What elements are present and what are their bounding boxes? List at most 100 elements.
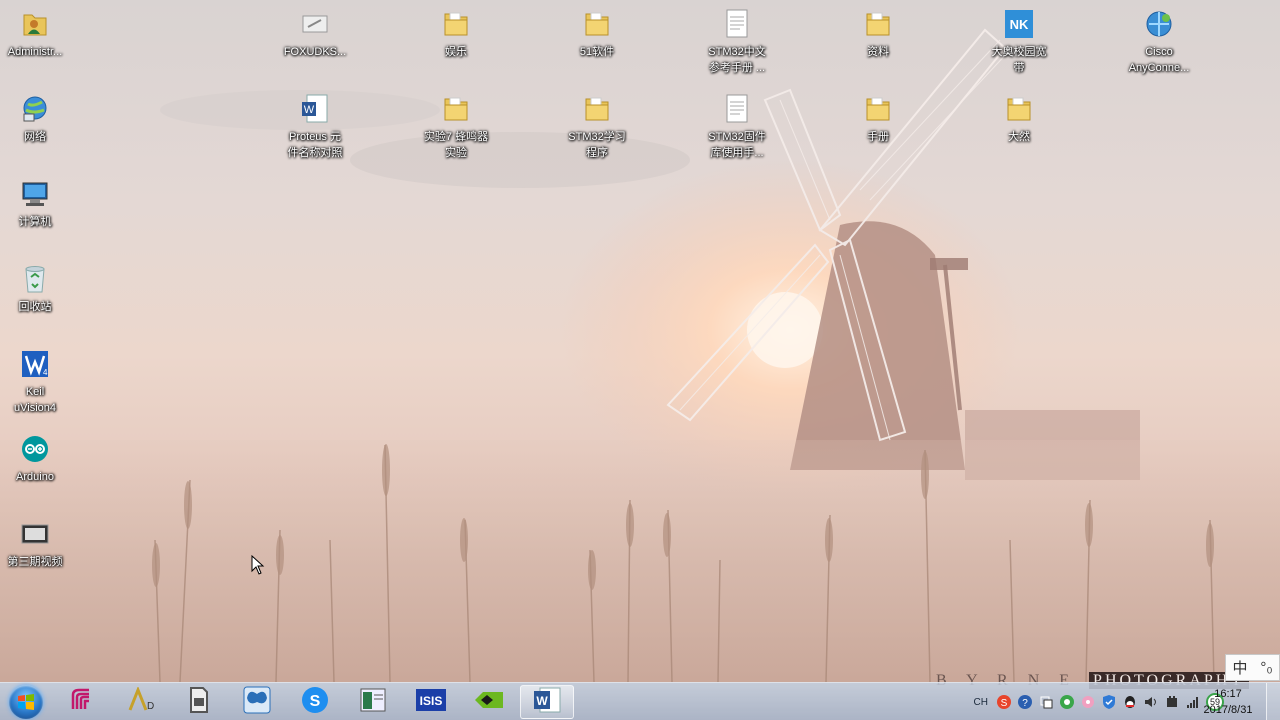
qq-icon[interactable] bbox=[1122, 694, 1138, 710]
folder-icon bbox=[581, 8, 613, 40]
clock[interactable]: 16:17 2017/8/31 bbox=[1196, 686, 1260, 718]
taskbar-app-button[interactable] bbox=[230, 685, 284, 719]
desktop-icon[interactable]: 计算机 bbox=[0, 178, 80, 230]
word-icon: W bbox=[532, 686, 562, 719]
document-viewer-icon bbox=[359, 687, 387, 718]
desktop-icon[interactable]: STM32固件 库使用手... bbox=[692, 93, 782, 161]
word-doc-icon: W bbox=[299, 93, 331, 125]
windows-start-icon bbox=[9, 685, 43, 719]
flower-icon[interactable] bbox=[1080, 694, 1096, 710]
desktop-icon[interactable]: Arduino bbox=[0, 433, 80, 485]
folder-icon bbox=[440, 93, 472, 125]
desktop-icon[interactable]: FOXUDKS... bbox=[270, 8, 360, 60]
sogou-ime-icon[interactable]: S bbox=[996, 694, 1012, 710]
desktop-icon-label: Cisco AnyConne... bbox=[1128, 46, 1190, 74]
desktop-icon[interactable]: 资料 bbox=[833, 8, 923, 60]
cisco-icon bbox=[1143, 8, 1175, 40]
svg-text:S: S bbox=[310, 693, 321, 710]
svg-text:W: W bbox=[536, 694, 548, 708]
tray-language[interactable]: CH bbox=[974, 697, 988, 708]
taskbar-app-button[interactable] bbox=[172, 685, 226, 719]
clock-date: 2017/8/31 bbox=[1203, 704, 1253, 716]
desktop-icon[interactable]: STM32中文 参考手册 ... bbox=[692, 8, 782, 76]
desktop-icon[interactable]: 网络 bbox=[0, 93, 80, 145]
app-stripes-icon bbox=[70, 687, 96, 718]
desktop-icon-label: 大然 bbox=[1008, 131, 1030, 143]
desktop-icon[interactable]: 大然 bbox=[974, 93, 1064, 145]
svg-text:NK: NK bbox=[1010, 17, 1029, 32]
nvidia-icon bbox=[473, 688, 505, 717]
desktop-icon[interactable]: 第三期视频 bbox=[0, 518, 80, 570]
arduino-icon bbox=[19, 433, 51, 465]
svg-text:4: 4 bbox=[43, 368, 48, 377]
computer-icon bbox=[19, 178, 51, 210]
taskbar: D S ISIS W CH S? 59 16:17 2017/8/31 bbox=[0, 682, 1280, 720]
desktop-icon[interactable]: 51软件 bbox=[552, 8, 642, 60]
desktop-icon-label: 娱乐 bbox=[445, 46, 467, 58]
user-folder-icon bbox=[19, 8, 51, 40]
desktop-icon[interactable]: 4 Keil uVision4 bbox=[0, 348, 80, 416]
desktop-icon[interactable]: Cisco AnyConne... bbox=[1114, 8, 1204, 76]
desktop-icon-label: 回收站 bbox=[18, 301, 52, 313]
desktop-icon-label: 第三期视频 bbox=[7, 556, 63, 568]
network-icon bbox=[19, 93, 51, 125]
shield-icon[interactable] bbox=[1101, 694, 1117, 710]
desktop-icon-label: STM32中文 参考手册 ... bbox=[708, 46, 766, 74]
desktop-icon[interactable]: 娱乐 bbox=[411, 8, 501, 60]
taskbar-app-button[interactable] bbox=[346, 685, 400, 719]
folder-icon bbox=[1003, 93, 1035, 125]
svg-text:D: D bbox=[147, 701, 154, 712]
desktop-icon-label: STM32学习 程序 bbox=[568, 131, 626, 159]
360-icon[interactable] bbox=[1059, 694, 1075, 710]
desktop-icon[interactable]: Administr... bbox=[0, 8, 80, 60]
ime-language-toggle[interactable]: 中 bbox=[1232, 657, 1247, 678]
desktop-icon[interactable]: 手册 bbox=[833, 93, 923, 145]
desktop-icon-label: 实验7 蜂鸣器 实验 bbox=[423, 131, 489, 159]
taskbar-app-button[interactable] bbox=[462, 685, 516, 719]
desktop-icon-label: FOXUDKS... bbox=[283, 46, 347, 58]
show-desktop-button[interactable] bbox=[1266, 683, 1280, 720]
desktop-icon[interactable]: 实验7 蜂鸣器 实验 bbox=[411, 93, 501, 161]
taskbar-app-button[interactable]: ISIS bbox=[404, 685, 458, 719]
taskbar-app-button[interactable]: D bbox=[114, 685, 168, 719]
system-tray: CH S? 59 bbox=[974, 683, 1224, 720]
document-icon bbox=[721, 8, 753, 40]
folder-icon bbox=[862, 93, 894, 125]
butterfly-app-icon bbox=[243, 686, 271, 719]
start-button[interactable] bbox=[4, 684, 48, 720]
isis-proteus-icon: ISIS bbox=[415, 688, 447, 717]
desktop-icon[interactable]: 回收站 bbox=[0, 263, 80, 315]
mouse-cursor-icon bbox=[251, 555, 265, 575]
desktop-icon-label: 资料 bbox=[867, 46, 889, 58]
desktop-icon-label: Arduino bbox=[16, 471, 54, 483]
power-icon[interactable] bbox=[1164, 694, 1180, 710]
help-icon[interactable]: ? bbox=[1017, 694, 1033, 710]
desktop-icon-label: Proteus 元 件名称对照 bbox=[287, 131, 343, 159]
sd-card-tool-icon bbox=[187, 686, 211, 719]
svg-text:?: ? bbox=[1022, 698, 1028, 709]
taskbar-app-button[interactable] bbox=[56, 685, 110, 719]
file-icon bbox=[299, 8, 331, 40]
ime-toolbar[interactable]: 中 °₀ bbox=[1225, 654, 1280, 681]
altium-icon: D bbox=[127, 685, 155, 718]
svg-text:S: S bbox=[1001, 698, 1008, 709]
taskbar-app-button[interactable]: W bbox=[520, 685, 574, 719]
desktop-icon-label: 大奥校园宽 带 bbox=[991, 46, 1047, 74]
notification-icon[interactable] bbox=[1038, 694, 1054, 710]
taskbar-app-button[interactable]: S bbox=[288, 685, 342, 719]
volume-icon[interactable] bbox=[1143, 694, 1159, 710]
desktop-icon-label: 手册 bbox=[867, 131, 889, 143]
folder-icon bbox=[581, 93, 613, 125]
desktop-icon-label: 网络 bbox=[24, 131, 46, 143]
clock-time: 16:17 bbox=[1214, 688, 1242, 700]
document-icon bbox=[721, 93, 753, 125]
folder-icon bbox=[440, 8, 472, 40]
svg-text:W: W bbox=[304, 104, 315, 116]
recycle-bin-icon bbox=[19, 263, 51, 295]
ime-mode-toggle[interactable]: °₀ bbox=[1260, 659, 1272, 676]
desktop-icon[interactable]: W Proteus 元 件名称对照 bbox=[270, 93, 360, 161]
desktop-icon-label: Keil uVision4 bbox=[14, 386, 56, 414]
desktop-icon[interactable]: STM32学习 程序 bbox=[552, 93, 642, 161]
desktop-icon[interactable]: NK 大奥校园宽 带 bbox=[974, 8, 1064, 76]
video-icon bbox=[19, 518, 51, 550]
